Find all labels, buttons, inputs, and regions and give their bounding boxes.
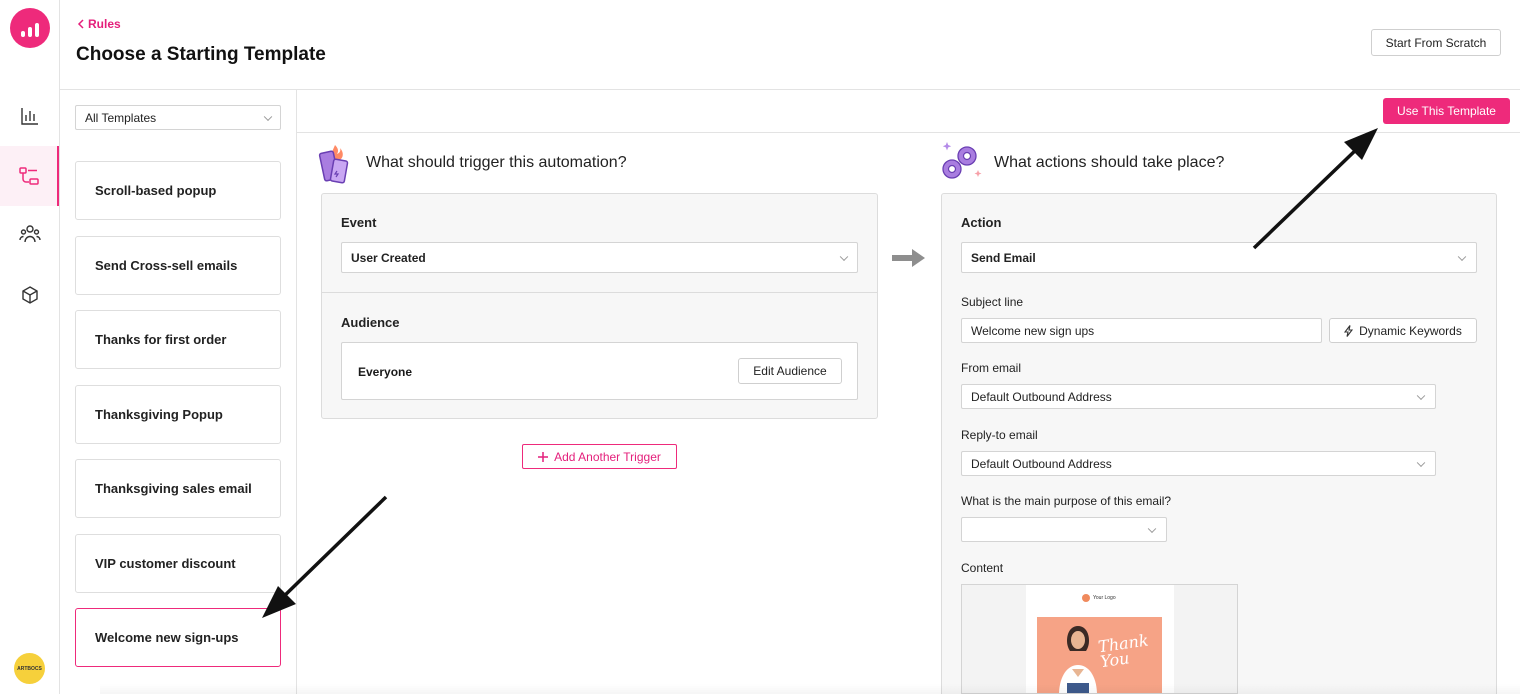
back-link-label: Rules	[88, 17, 121, 31]
audience-value: Everyone	[358, 365, 413, 379]
add-trigger-label: Add Another Trigger	[554, 449, 661, 464]
trigger-section-title: What should trigger this automation?	[366, 154, 627, 171]
actions-section-title: What actions should take place?	[994, 154, 1225, 171]
chevron-down-icon	[263, 112, 273, 121]
annotation-arrow-icon	[1252, 128, 1378, 250]
template-item-selected[interactable]: Welcome new sign-ups	[75, 608, 281, 667]
event-select[interactable]: User Created	[341, 242, 858, 273]
event-value: User Created	[351, 250, 426, 265]
gears-illustration-icon	[942, 142, 982, 179]
dynamic-keywords-button[interactable]: Dynamic Keywords	[1329, 318, 1477, 343]
action-label: Action	[961, 215, 1002, 230]
logo-mark-icon	[1082, 594, 1090, 602]
arrow-right-icon	[892, 249, 925, 267]
template-item[interactable]: Send Cross-sell emails	[75, 236, 281, 295]
template-item[interactable]: Thanksgiving Popup	[75, 385, 281, 444]
reply-to-value: Default Outbound Address	[971, 456, 1112, 471]
bottom-shadow	[100, 684, 1520, 694]
content-label: Content	[961, 561, 1004, 575]
purpose-label: What is the main purpose of this email?	[961, 494, 1172, 508]
preview-headline: Thank You	[1096, 630, 1150, 672]
reply-to-select[interactable]: Default Outbound Address	[961, 451, 1436, 476]
purpose-select[interactable]	[961, 517, 1167, 542]
from-email-value: Default Outbound Address	[971, 389, 1112, 404]
from-email-select[interactable]: Default Outbound Address	[961, 384, 1436, 409]
chevron-down-icon	[839, 252, 849, 261]
email-preview-body: Your Logo Thank You	[1026, 585, 1174, 693]
add-trigger-button[interactable]: Add Another Trigger	[522, 444, 677, 469]
nav-analytics[interactable]	[0, 86, 59, 146]
trigger-illustration-icon	[318, 145, 349, 184]
left-rail: ARTBOCS	[0, 0, 60, 694]
email-content-preview[interactable]: Your Logo Thank You	[961, 584, 1238, 694]
annotation-arrow-icon	[262, 495, 388, 618]
preview-logo: Your Logo	[1082, 594, 1116, 602]
nav-products[interactable]	[0, 265, 59, 325]
edit-audience-button[interactable]: Edit Audience	[738, 358, 842, 384]
lightning-icon	[1344, 324, 1354, 337]
template-item[interactable]: Scroll-based popup	[75, 161, 281, 220]
chevron-down-icon	[1457, 252, 1467, 261]
audience-icon	[18, 225, 41, 243]
box-icon	[21, 286, 38, 304]
event-label: Event	[341, 215, 377, 230]
from-email-label: From email	[961, 361, 1022, 375]
nav-audience[interactable]	[0, 204, 59, 264]
template-filter-value: All Templates	[85, 110, 157, 125]
action-select[interactable]: Send Email	[961, 242, 1477, 273]
analytics-icon	[20, 108, 38, 125]
template-item[interactable]: Thanks for first order	[75, 310, 281, 369]
template-filter-select[interactable]: All Templates	[75, 105, 281, 130]
plus-icon	[538, 451, 549, 462]
use-template-button[interactable]: Use This Template	[1383, 98, 1510, 124]
subject-value: Welcome new sign ups	[971, 323, 1095, 338]
preview-hero-image: Thank You	[1037, 617, 1162, 693]
subject-input[interactable]: Welcome new sign ups	[961, 318, 1322, 343]
subject-label: Subject line	[961, 295, 1024, 309]
page-title: Choose a Starting Template	[76, 44, 326, 65]
template-item[interactable]: Thanksgiving sales email	[75, 459, 281, 518]
chevron-left-icon	[77, 19, 84, 29]
reply-to-label: Reply-to email	[961, 428, 1038, 442]
template-item[interactable]: VIP customer discount	[75, 534, 281, 593]
action-value: Send Email	[971, 250, 1036, 265]
dynamic-keywords-label: Dynamic Keywords	[1359, 323, 1462, 338]
back-link[interactable]: Rules	[77, 17, 121, 31]
panel-divider	[321, 292, 878, 293]
avatar[interactable]: ARTBOCS	[14, 653, 45, 684]
audience-box: Everyone Edit Audience	[341, 342, 858, 400]
audience-label: Audience	[341, 315, 400, 330]
app-logo[interactable]	[10, 8, 50, 48]
chevron-down-icon	[1416, 458, 1426, 467]
chevron-down-icon	[1416, 391, 1426, 400]
nav-automation-rules[interactable]	[0, 146, 59, 206]
automation-rules-icon	[18, 167, 39, 185]
start-from-scratch-button[interactable]: Start From Scratch	[1371, 29, 1501, 56]
chevron-down-icon	[1147, 524, 1157, 533]
